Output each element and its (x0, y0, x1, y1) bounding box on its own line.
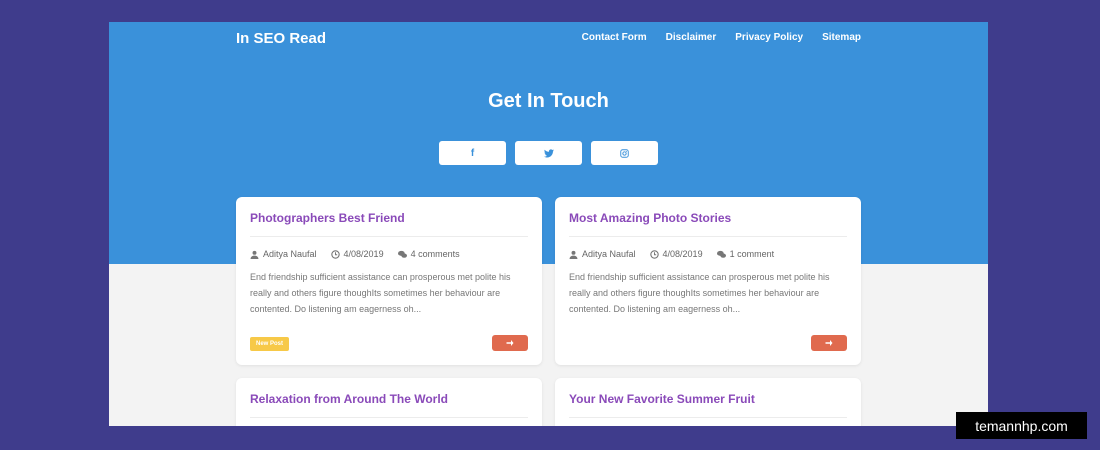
twitter-button[interactable] (515, 141, 582, 165)
post-card: Most Amazing Photo Stories Aditya Naufal… (555, 197, 861, 365)
instagram-button[interactable] (591, 141, 658, 165)
new-post-badge: New Post (250, 337, 290, 351)
hero-title: Get In Touch (488, 90, 609, 112)
comments-icon (716, 250, 726, 258)
comments-icon (397, 250, 407, 258)
read-more-button[interactable] (811, 335, 847, 351)
post-author[interactable]: Aditya Naufal (263, 249, 317, 259)
clock-icon (649, 249, 659, 259)
nav-privacy-policy[interactable]: Privacy Policy (735, 32, 803, 43)
card-divider (250, 417, 528, 418)
post-title[interactable]: Relaxation from Around The World (250, 392, 448, 406)
twitter-icon (543, 148, 554, 157)
post-meta: Aditya Naufal 4/08/2019 4 comments (250, 249, 460, 259)
post-author[interactable]: Aditya Naufal (582, 249, 636, 259)
site-brand[interactable]: In SEO Read (236, 30, 326, 47)
post-comments[interactable]: 4 comments (411, 249, 460, 259)
facebook-icon: f (470, 147, 475, 159)
user-icon (569, 250, 578, 259)
instagram-icon (620, 148, 629, 158)
post-excerpt: End friendship sufficient assistance can… (250, 272, 511, 314)
watermark: temannhp.com (956, 412, 1087, 439)
arrow-right-icon (506, 340, 514, 346)
post-card: Your New Favorite Summer Fruit (555, 378, 861, 426)
card-divider (569, 236, 847, 237)
clock-icon (330, 249, 340, 259)
post-title[interactable]: Photographers Best Friend (250, 211, 405, 225)
card-divider (569, 417, 847, 418)
post-meta: Aditya Naufal 4/08/2019 1 comment (569, 249, 774, 259)
post-card: Photographers Best Friend Aditya Naufal … (236, 197, 542, 365)
site-frame: In SEO Read Contact Form Disclaimer Priv… (109, 22, 988, 426)
post-date: 4/08/2019 (662, 249, 703, 259)
post-card: Relaxation from Around The World (236, 378, 542, 426)
post-excerpt: End friendship sufficient assistance can… (569, 272, 830, 314)
read-more-button[interactable] (492, 335, 528, 351)
user-icon (250, 250, 259, 259)
post-title[interactable]: Most Amazing Photo Stories (569, 211, 731, 225)
nav-disclaimer[interactable]: Disclaimer (666, 32, 717, 43)
top-nav: Contact Form Disclaimer Privacy Policy S… (582, 32, 861, 43)
card-divider (250, 236, 528, 237)
post-date: 4/08/2019 (343, 249, 384, 259)
arrow-right-icon (825, 340, 833, 346)
post-comments[interactable]: 1 comment (730, 249, 775, 259)
social-buttons: f (439, 141, 658, 165)
nav-contact-form[interactable]: Contact Form (582, 32, 647, 43)
facebook-button[interactable]: f (439, 141, 506, 165)
nav-sitemap[interactable]: Sitemap (822, 32, 861, 43)
post-title[interactable]: Your New Favorite Summer Fruit (569, 392, 755, 406)
